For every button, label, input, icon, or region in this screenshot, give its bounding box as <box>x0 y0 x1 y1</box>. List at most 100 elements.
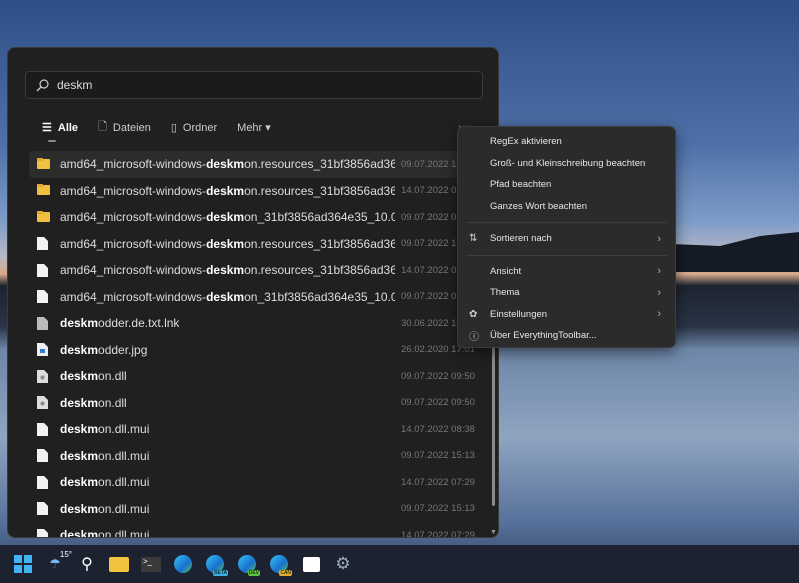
result-date: 09.07.2022 09:50 <box>401 397 475 409</box>
file-icon <box>37 502 50 516</box>
folder-icon <box>109 556 129 572</box>
terminal-button[interactable]: >_ <box>140 553 162 575</box>
result-row[interactable]: deskmon.dll 09.07.2022 09:50 <box>29 363 491 390</box>
search-icon: ⚲ <box>81 556 93 573</box>
folder-icon <box>37 157 50 171</box>
menu-item[interactable]: Thema › <box>458 282 675 304</box>
folder-icon <box>37 184 50 197</box>
menu-item[interactable]: Pfad beachten <box>458 174 675 196</box>
filter-tabs: ☰ Alle 🗋 Dateien ▯ Ordner Mehr ▾ <box>42 118 291 142</box>
text-icon <box>37 316 50 330</box>
menu-item[interactable]: Ansicht › <box>458 261 675 283</box>
result-row[interactable]: deskmon.dll.mui 09.07.2022 15:13 <box>29 496 491 523</box>
menu-icon: ⇅ <box>469 233 478 245</box>
result-name: deskmodder.de.txt.lnk <box>60 316 180 331</box>
result-row[interactable]: amd64_microsoft-windows-deskmon.resource… <box>29 257 491 284</box>
store-button[interactable] <box>300 553 322 575</box>
file-icon <box>37 475 50 489</box>
file-icon <box>37 422 50 436</box>
canary-badge: CAN <box>279 570 292 576</box>
folder-icon <box>37 210 50 224</box>
menu-item[interactable]: ⓘ Über EverythingToolbar... <box>458 325 675 347</box>
menu-item-label: RegEx aktivieren <box>490 136 562 148</box>
folder-outline-icon: ▯ <box>170 122 177 134</box>
scroll-down-arrow[interactable]: ▼ <box>490 529 497 536</box>
tab-label: Ordner <box>182 121 218 134</box>
terminal-icon: >_ <box>141 556 161 572</box>
file-icon <box>37 290 50 304</box>
result-date: 14.07.2022 08:38 <box>401 423 475 435</box>
file-explorer-button[interactable] <box>108 553 130 575</box>
menu-separator <box>466 222 667 223</box>
result-row[interactable]: deskmon.dll.mui 09.07.2022 15:13 <box>29 443 491 470</box>
result-name: amd64_microsoft-windows-deskmon.resource… <box>60 263 395 278</box>
menu-item[interactable]: ⇅ Sortieren nach › <box>458 228 675 250</box>
result-row[interactable]: deskmon.dll.mui 14.07.2022 08:38 <box>29 416 491 443</box>
menu-item[interactable]: ✿ Einstellungen › <box>458 304 675 326</box>
result-row[interactable]: deskmon.dll 09.07.2022 09:50 <box>29 390 491 417</box>
chevron-right-icon: › <box>657 308 661 321</box>
result-name: deskmon.dll.mui <box>60 422 150 437</box>
result-row[interactable]: deskmon.dll.mui 14.07.2022 07:29 <box>29 522 491 538</box>
file-icon <box>37 263 50 277</box>
menu-item-label: Sortieren nach <box>490 233 552 245</box>
tab-label: Mehr ▾ <box>237 122 271 134</box>
edge-canary-button[interactable]: CAN <box>268 553 292 576</box>
search-value: deskm <box>57 78 93 92</box>
result-row[interactable]: amd64_microsoft-windows-deskmon.resource… <box>29 151 491 178</box>
result-row[interactable]: amd64_microsoft-windows-deskmon.resource… <box>29 178 491 205</box>
chevron-right-icon: › <box>657 265 661 278</box>
file-icon: 🗋 <box>98 121 107 133</box>
result-row[interactable]: amd64_microsoft-windows-deskmon_31bf3856… <box>29 204 491 231</box>
search-taskbar-button[interactable]: ⚲ <box>76 553 98 575</box>
gear-icon: ⚙ <box>335 554 351 573</box>
result-name: amd64_microsoft-windows-deskmon.resource… <box>60 236 395 251</box>
result-name: deskmon.dll.mui <box>60 448 150 463</box>
file-icon <box>37 237 50 251</box>
everything-toolbar-window: deskm ☰ Alle 🗋 Dateien ▯ Ordner Mehr ▾ ... … <box>7 47 499 538</box>
result-name: amd64_microsoft-windows-deskmon_31bf3856… <box>60 210 395 225</box>
menu-item[interactable]: RegEx aktivieren <box>458 131 675 153</box>
result-date: 30.06.2022 10 <box>401 317 462 329</box>
result-row[interactable]: deskmodder.jpg 26.02.2020 17:01 <box>29 337 491 364</box>
menu-item-label: Thema <box>490 287 520 299</box>
options-context-menu: RegEx aktivieren Groß- und Kleinschreibun… <box>457 126 676 348</box>
tab-alle[interactable]: ☰ Alle <box>42 121 78 142</box>
menu-item[interactable]: Ganzes Wort beachten <box>458 196 675 218</box>
menu-item-label: Pfad beachten <box>490 179 552 191</box>
weather-widget[interactable]: ☂ 15° <box>44 550 72 575</box>
result-row[interactable]: deskmodder.de.txt.lnk 30.06.2022 10 <box>29 310 491 337</box>
image-icon <box>37 343 50 357</box>
result-date: 14.07.2022 07 <box>401 185 462 197</box>
result-date: 09.07.2022 09:50 <box>401 370 475 382</box>
menu-item-label: Einstellungen <box>490 308 548 320</box>
edge-button[interactable] <box>172 553 194 575</box>
menu-item[interactable]: Groß- und Kleinschreibung beachten <box>458 153 675 175</box>
menu-icon: ✿ <box>469 308 478 320</box>
store-icon <box>302 556 320 572</box>
result-name: deskmon.dll <box>60 369 127 384</box>
result-date: 09.07.2022 09 <box>401 211 462 223</box>
result-date: 09.07.2022 15 <box>401 238 462 250</box>
result-name: amd64_microsoft-windows-deskmon.resource… <box>60 157 395 172</box>
result-row[interactable]: deskmon.dll.mui 14.07.2022 07:29 <box>29 469 491 496</box>
edge-icon <box>174 555 192 573</box>
tab-ordner[interactable]: ▯ Ordner <box>170 121 218 135</box>
search-input[interactable]: deskm <box>25 71 483 99</box>
settings-button[interactable]: ⚙ <box>332 553 354 575</box>
menu-item-label: Über EverythingToolbar... <box>490 330 597 342</box>
result-row[interactable]: amd64_microsoft-windows-deskmon.resource… <box>29 231 491 258</box>
tab-mehr[interactable]: Mehr ▾ <box>237 121 271 134</box>
edge-beta-button[interactable]: BETA <box>204 553 228 576</box>
result-date: 09.07.2022 15:13 <box>401 503 475 515</box>
start-button[interactable] <box>12 553 34 575</box>
edge-dev-button[interactable]: DEV <box>236 553 260 576</box>
result-row[interactable]: amd64_microsoft-windows-deskmon_31bf3856… <box>29 284 491 311</box>
search-icon <box>36 78 49 91</box>
tab-dateien[interactable]: 🗋 Dateien <box>98 118 151 137</box>
result-name: deskmon.dll.mui <box>60 528 150 538</box>
result-name: deskmon.dll.mui <box>60 475 150 490</box>
file-icon <box>37 449 50 463</box>
menu-item-label: Groß- und Kleinschreibung beachten <box>490 157 646 169</box>
file-icon <box>37 528 50 537</box>
